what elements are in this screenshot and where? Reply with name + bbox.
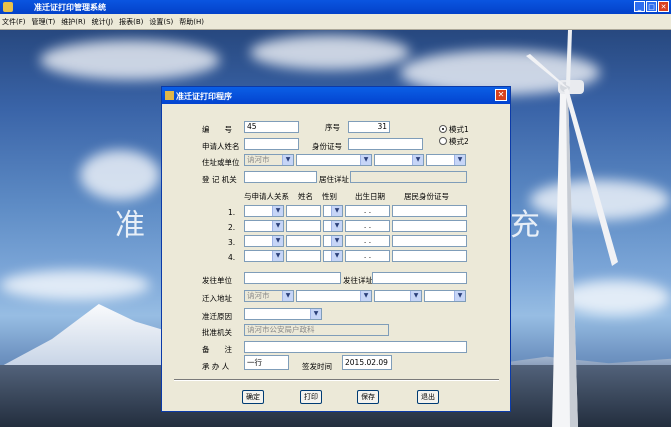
issue-unit-input[interactable] — [244, 272, 341, 284]
member-name-input[interactable] — [286, 220, 321, 232]
mode1-radio[interactable] — [439, 125, 447, 133]
header-birth: 出生日期 — [355, 192, 385, 201]
citizen-id-input[interactable] — [392, 220, 467, 232]
idno-input[interactable] — [348, 138, 423, 150]
gender-select[interactable]: ▼ — [323, 220, 343, 232]
register-office-input[interactable] — [244, 171, 317, 183]
divider — [174, 379, 499, 381]
label-move-in: 迁入地址 — [202, 294, 232, 303]
office-addr-input[interactable] — [350, 171, 467, 183]
dialog-icon — [165, 91, 174, 100]
gender-select[interactable]: ▼ — [323, 205, 343, 217]
citizen-id-input[interactable] — [392, 250, 467, 262]
approver-input[interactable]: 讷河市公安局户政科 — [244, 324, 389, 336]
label-issue-unit: 发往单位 — [202, 276, 232, 285]
close-button[interactable]: ✕ — [658, 1, 669, 12]
member-name-input[interactable] — [286, 250, 321, 262]
move-in-village-select[interactable]: ▼ — [424, 290, 466, 302]
mode1-label: 模式1 — [449, 125, 469, 134]
save-button[interactable]: 保存 — [357, 390, 379, 404]
issue-addr-input[interactable] — [372, 272, 467, 284]
move-in-town-select[interactable]: ▼ — [374, 290, 422, 302]
relation-select[interactable]: ▼ — [244, 250, 284, 262]
header-gender: 性别 — [322, 192, 337, 201]
header-citizen-id: 居民身份证号 — [404, 192, 449, 201]
member-row-label: 2. — [228, 223, 236, 232]
label-office-addr: 居住详址 — [319, 175, 349, 184]
label-remark: 备 注 — [202, 345, 232, 354]
move-in-district-select[interactable]: ▼ — [296, 290, 372, 302]
dialog-close-button[interactable]: ✕ — [495, 89, 507, 101]
header-relation: 与申请人关系 — [244, 192, 289, 201]
member-row-label: 4. — [228, 253, 236, 262]
address-town-select[interactable]: ▼ — [374, 154, 424, 166]
birth-date-input[interactable]: . . — [345, 250, 390, 262]
gender-select[interactable]: ▼ — [323, 235, 343, 247]
print-button[interactable]: 打印 — [300, 390, 322, 404]
relation-select[interactable]: ▼ — [244, 220, 284, 232]
citizen-id-input[interactable] — [392, 205, 467, 217]
window-title: 准迁证打印管理系统 — [34, 3, 106, 12]
address-district-select[interactable]: ▼ — [296, 154, 372, 166]
relation-select[interactable]: ▼ — [244, 235, 284, 247]
handler-input[interactable]: 一行 — [244, 355, 289, 370]
menu-report[interactable]: 报表(B) — [117, 17, 147, 27]
background-char-left: 准 — [115, 208, 145, 243]
member-row-label: 1. — [228, 208, 236, 217]
wind-turbine-image — [526, 30, 618, 427]
menu-help[interactable]: 帮助(H) — [177, 17, 208, 27]
birth-date-input[interactable]: . . — [345, 235, 390, 247]
menu-manage[interactable]: 管理(T) — [30, 17, 60, 27]
menu-file[interactable]: 文件(F) — [0, 17, 30, 27]
number-input[interactable]: 45 — [244, 121, 299, 133]
reason-select[interactable]: ▼ — [244, 308, 322, 320]
label-applicant: 申请人姓名 — [202, 142, 240, 151]
relation-select[interactable]: ▼ — [244, 205, 284, 217]
main-title-bar: 准迁证打印管理系统 _ □ ✕ — [0, 0, 671, 14]
address-city-select[interactable]: 讷河市 ▼ — [244, 154, 294, 166]
label-idno: 身份证号 — [312, 142, 342, 151]
menu-settings[interactable]: 设置(S) — [147, 17, 177, 27]
label-register-office: 登 记 机关 — [202, 175, 237, 184]
exit-button[interactable]: 退出 — [417, 390, 439, 404]
member-name-input[interactable] — [286, 205, 321, 217]
label-number: 编 号 — [202, 125, 232, 134]
label-address-unit: 住址或单位 — [202, 158, 240, 167]
dialog-title-bar: 准迁证打印程序 ✕ — [162, 87, 510, 104]
dialog-title: 准迁证打印程序 — [176, 92, 232, 101]
menu-bar: 文件(F) 管理(T) 维护(R) 统计(J) 报表(B) 设置(S) 帮助(H… — [0, 14, 671, 30]
minimize-button[interactable]: _ — [634, 1, 645, 12]
birth-date-input[interactable]: . . — [345, 205, 390, 217]
menu-maintain[interactable]: 维护(R) — [59, 17, 89, 27]
print-dialog: 准迁证打印程序 ✕ 编 号 45 序号 31 模式1 模式2 申请人姓名 身份证… — [161, 86, 511, 412]
label-issue-addr: 发往详址 — [343, 276, 373, 285]
address-village-select[interactable]: ▼ — [426, 154, 466, 166]
member-name-input[interactable] — [286, 235, 321, 247]
seq-input[interactable]: 31 — [348, 121, 390, 133]
citizen-id-input[interactable] — [392, 235, 467, 247]
issue-time-input[interactable]: 2015.02.09 — [342, 355, 392, 370]
maximize-button[interactable]: □ — [646, 1, 657, 12]
header-name: 姓名 — [298, 192, 313, 201]
menu-stats[interactable]: 统计(J) — [90, 17, 118, 27]
mode2-label: 模式2 — [449, 137, 469, 146]
move-in-city-select[interactable]: 讷河市 ▼ — [244, 290, 294, 302]
label-handler: 承 办 人 — [202, 362, 230, 371]
confirm-button[interactable]: 确定 — [242, 390, 264, 404]
mode2-radio[interactable] — [439, 137, 447, 145]
gender-select[interactable]: ▼ — [323, 250, 343, 262]
label-reason: 准迁原因 — [202, 312, 232, 321]
label-approver: 批准机关 — [202, 328, 232, 337]
birth-date-input[interactable]: . . — [345, 220, 390, 232]
label-issue-time: 签发时间 — [302, 362, 332, 371]
member-row-label: 3. — [228, 238, 236, 247]
app-icon — [3, 2, 13, 12]
remark-input[interactable] — [244, 341, 467, 353]
label-seq: 序号 — [325, 123, 340, 132]
applicant-input[interactable] — [244, 138, 299, 150]
